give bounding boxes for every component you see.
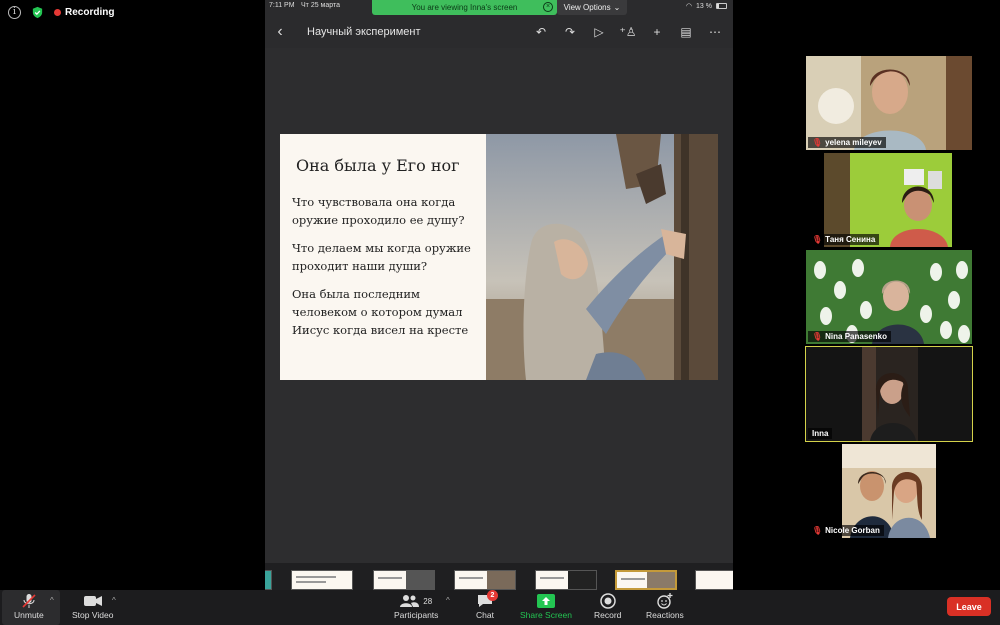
add-person-icon[interactable]: ⁺♙ <box>618 22 638 42</box>
slide-thumbnail[interactable] <box>373 570 435 590</box>
viewing-banner: You are viewing Inna's screen × <box>372 0 557 15</box>
slides-toolbar: ↶ ↷ ▷ ⁺♙ + ▤ ⋯ <box>531 22 725 42</box>
participant-video <box>806 153 972 247</box>
slide-text-panel: Она была у Его ног Что чувствовала она к… <box>280 134 486 380</box>
slide-paragraph-2: Что делаем мы когда оружие проходит наши… <box>292 241 471 273</box>
participant-name-label: Inna <box>808 428 833 439</box>
viewing-banner-text: You are viewing Inna's screen <box>411 3 518 12</box>
video-options-caret-icon[interactable]: ^ <box>112 596 116 605</box>
share-screen-button[interactable]: Share Screen <box>520 592 572 620</box>
battery-percent: 13 % <box>696 2 712 10</box>
audio-options-caret-icon[interactable]: ^ <box>50 596 54 605</box>
participant-name: Nina Panasenko <box>825 332 887 341</box>
participant-name-label: 🎙︎ Nina Panasenko <box>808 331 891 342</box>
participant-video <box>806 444 972 538</box>
view-options-label: View Options <box>563 3 611 12</box>
chevron-down-icon: ⌄ <box>613 3 621 12</box>
comment-icon[interactable]: ▤ <box>676 22 696 42</box>
slide-thumbnail[interactable] <box>265 570 272 590</box>
chat-badge: 2 <box>486 590 498 601</box>
recording-indicator[interactable]: Recording <box>54 7 114 18</box>
participant-name-label: 🎙︎ Nicole Gorban <box>808 525 884 536</box>
device-date: Чт 25 марта <box>301 2 341 9</box>
slide-thumbnail[interactable] <box>291 570 353 590</box>
meeting-status-bar: i Recording <box>8 6 114 19</box>
view-options-button[interactable]: View Options ⌄ <box>557 0 627 15</box>
more-icon[interactable]: ⋯ <box>705 22 725 42</box>
current-slide[interactable]: Она была у Его ног Что чувствовала она к… <box>280 134 718 380</box>
play-icon[interactable]: ▷ <box>589 22 609 42</box>
mic-off-icon <box>21 592 37 610</box>
reactions-label: Reactions <box>646 610 684 620</box>
record-button[interactable]: Record <box>594 592 621 620</box>
participant-tile[interactable]: 🎙︎ Таня Сенина <box>806 153 972 247</box>
participant-name: Nicole Gorban <box>825 526 880 535</box>
slide-paragraph-1: Что чувствовала она когда оружие проходи… <box>292 195 465 227</box>
back-arrow-icon[interactable]: ‹ <box>265 23 295 41</box>
reactions-button[interactable]: Reactions <box>646 592 684 620</box>
info-icon[interactable]: i <box>8 6 21 19</box>
slide-thumbnail[interactable] <box>454 570 516 590</box>
record-label: Record <box>594 610 622 620</box>
meeting-controls: Unmute ^ Stop Video ^ 28 Participants ^ … <box>0 590 1000 625</box>
wifi-icon: ◠ <box>685 3 693 10</box>
slides-app-bar: ‹ Научный эксперимент ↶ ↷ ▷ ⁺♙ + ▤ ⋯ <box>265 16 733 48</box>
mic-muted-icon: 🎙︎ <box>812 235 823 244</box>
document-title: Научный эксперимент <box>307 26 421 38</box>
stop-video-button[interactable]: Stop Video <box>72 592 113 620</box>
participants-options-caret-icon[interactable]: ^ <box>446 596 450 605</box>
battery-icon <box>716 3 727 9</box>
slide-thumbnail-selected[interactable] <box>615 570 677 590</box>
share-screen-label: Share Screen <box>520 610 572 620</box>
plus-icon[interactable]: + <box>647 22 667 42</box>
slide-thumbnail[interactable] <box>535 570 597 590</box>
participant-name: yelena mileyev <box>825 138 882 147</box>
participant-video <box>806 56 972 150</box>
participants-count: 28 <box>423 596 433 606</box>
participant-tile[interactable]: 🎙︎ Nicole Gorban <box>806 444 972 538</box>
mic-muted-icon: 🎙︎ <box>812 138 823 147</box>
video-camera-icon <box>83 592 102 610</box>
chat-label: Chat <box>476 610 494 620</box>
participants-label: Participants <box>394 610 439 620</box>
participant-tile[interactable]: 🎙︎ yelena mileyev <box>806 56 972 150</box>
participant-name: Inna <box>812 429 829 438</box>
shared-screen: 7:11 PM Чт 25 марта ◠ 13 % You are viewi… <box>265 0 733 590</box>
redo-icon[interactable]: ↷ <box>560 22 580 42</box>
shield-check-icon[interactable] <box>31 6 44 19</box>
participant-name-label: 🎙︎ Таня Сенина <box>808 234 880 245</box>
share-screen-icon <box>536 594 555 608</box>
chat-button[interactable]: 2 Chat <box>476 590 498 620</box>
participants-button[interactable]: 28 Participants <box>394 592 438 620</box>
participant-video <box>806 347 972 441</box>
close-banner-icon[interactable]: × <box>543 2 553 12</box>
mic-muted-icon: 🎙︎ <box>812 526 823 535</box>
slide-paragraph-3: Она была последним человеком о котором д… <box>292 287 469 337</box>
slide-title: Она была у Его ног <box>296 156 460 175</box>
unmute-button[interactable]: Unmute <box>14 592 44 620</box>
leave-button[interactable]: Leave <box>947 597 991 616</box>
participant-video <box>806 250 972 344</box>
participants-icon <box>400 595 420 607</box>
participant-tile[interactable]: 🎙︎ Nina Panasenko <box>806 250 972 344</box>
stop-video-label: Stop Video <box>72 610 114 620</box>
undo-icon[interactable]: ↶ <box>531 22 551 42</box>
slide-thumbnail-strip <box>265 563 733 590</box>
slide-thumbnail[interactable] <box>695 570 733 590</box>
mic-muted-icon: 🎙︎ <box>812 332 823 341</box>
unmute-label: Unmute <box>14 610 44 620</box>
participant-tile-active-speaker[interactable]: Inna <box>805 346 973 442</box>
recording-dot-icon <box>54 9 61 16</box>
smiley-plus-icon <box>657 593 673 609</box>
slide-photo <box>486 134 718 380</box>
recording-label: Recording <box>65 7 115 18</box>
record-icon <box>599 593 616 609</box>
participant-name: Таня Сенина <box>825 235 876 244</box>
device-time: 7:11 PM <box>269 2 295 9</box>
participant-name-label: 🎙︎ yelena mileyev <box>808 137 886 148</box>
